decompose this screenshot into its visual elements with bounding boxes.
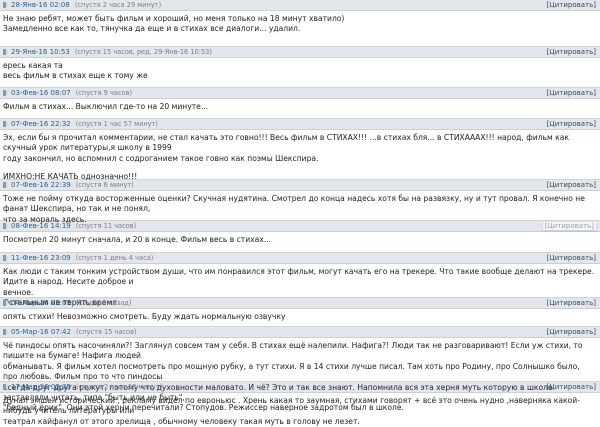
post-header: 08-Фев-16 14:19 (спустя 11 часов) [Цитир… [0, 221, 600, 232]
comment-post: 03-Фев-16 08:07 (спустя 9 часов) [Цитиро… [0, 88, 600, 119]
post-time-since: (спустя 1 день 4 часа) [75, 254, 154, 262]
comment-post: 07-Фев-16 22:32 (спустя 1 час 57 минут) … [0, 119, 600, 181]
post-body: Эх, если бы я прочитал комментарии, не с… [0, 130, 600, 187]
comment-post: 08-Фев-16 14:19 (спустя 11 часов) [Цитир… [0, 221, 600, 253]
post-body: опять стихи! Невозможно смотреть. Буду ж… [0, 309, 600, 326]
post-text-line: Замедленно все как то, тянучка да еще и … [3, 24, 301, 34]
post-text-line: опять стихи! Невозможно смотреть. Буду ж… [3, 312, 286, 321]
quote-button[interactable]: [Цитировать] [547, 89, 596, 97]
post-date-link[interactable]: 17-Мар-16 03:35 [11, 383, 71, 391]
post-anchor-icon[interactable] [3, 384, 8, 390]
quote-button[interactable]: [Цитировать] [547, 120, 596, 128]
post-header: 07-Фев-16 22:39 (спустя 6 минут) [Цитиро… [0, 180, 600, 191]
quote-button[interactable]: [Цитировать] [547, 254, 596, 262]
post-anchor-icon[interactable] [3, 2, 8, 8]
post-date-link[interactable]: 28-Янв-16 02:08 [11, 1, 70, 9]
post-time-since: (спустя 15 часов) [76, 328, 137, 336]
post-text-line: Не знаю ребят, может быть фильм и хороши… [3, 14, 345, 23]
post-anchor-icon[interactable] [3, 90, 8, 96]
post-date-link[interactable]: 03-Фев-16 08:07 [11, 89, 71, 97]
post-header: 29-Янв-16 10:53 (спустя 15 часов, ред. 2… [0, 47, 600, 58]
post-text-line: весь фильм в стихах еще к тому же [3, 71, 148, 81]
quote-button[interactable]: [Цитировать] [547, 299, 596, 307]
comment-thread: 28-Янв-16 02:08 (спустя 2 часа 29 минут)… [0, 0, 600, 427]
quote-button[interactable]: [Цитировать] [547, 181, 596, 189]
post-time-since: (спустя 2 часа 29 минут) [74, 1, 162, 9]
comment-post: 29-Янв-16 10:53 (спустя 15 часов, ред. 2… [0, 47, 600, 88]
quote-button[interactable]: [Цитировать] [547, 1, 596, 9]
post-time-since: (спустя 11 часов) [75, 222, 137, 230]
comment-post: 05-Мар-16 07:42 (спустя 15 часов) [Цитир… [0, 327, 600, 412]
post-text-line: ересь какая та [3, 61, 63, 70]
post-date-link[interactable]: 07-Фев-16 22:32 [11, 120, 71, 128]
post-time-since: (спустя 1 час 57 минут) [75, 120, 158, 128]
post-text-line: Фильм в стихах... Выключил где-то на 20 … [3, 102, 209, 111]
comment-post: 11-Фев-16 23:09 (спустя 1 день 4 часа) [… [0, 253, 600, 307]
post-anchor-icon[interactable] [3, 223, 8, 229]
post-header: 03-Фев-16 08:07 (спустя 9 часов) [Цитиро… [0, 88, 600, 99]
quote-button[interactable]: [Цитировать] [542, 222, 596, 230]
post-text-line: театрал кайфанул от этого зрелища , обыч… [3, 416, 360, 426]
post-date-link[interactable]: 05-Мар-16 07:42 [11, 328, 71, 336]
quote-button[interactable]: [Цитировать] [547, 48, 596, 56]
post-text-line: Посмотрел 20 минут сначала, и 20 в конце… [3, 235, 272, 244]
quote-button[interactable]: [Цитировать] [547, 328, 596, 336]
post-date-link[interactable]: 08-Фев-16 14:19 [11, 222, 71, 230]
post-body: Фильм в стихах... Выключил где-то на 20 … [0, 99, 600, 116]
post-anchor-icon[interactable] [3, 182, 8, 188]
post-anchor-icon[interactable] [3, 121, 8, 127]
post-date-link[interactable]: 11-Фев-16 23:09 [11, 254, 71, 262]
post-time-since: (спустя 9 часов) [75, 89, 133, 97]
post-anchor-icon[interactable] [3, 255, 8, 261]
post-date-link[interactable]: 29-Янв-16 10:53 [11, 48, 70, 56]
post-text-line: вечное. [3, 287, 34, 297]
comment-post: 04-Мар-16 23:05 (17 дней назад) [Цитиров… [0, 298, 600, 327]
post-anchor-icon[interactable] [3, 49, 8, 55]
post-header: 28-Янв-16 02:08 (спустя 2 часа 29 минут)… [0, 0, 600, 11]
post-header: 07-Фев-16 22:32 (спустя 1 час 57 минут) … [0, 119, 600, 130]
post-header: 05-Мар-16 07:42 (спустя 15 часов) [Цитир… [0, 327, 600, 338]
post-header: 11-Фев-16 23:09 (спустя 1 день 4 часа) [… [0, 253, 600, 264]
comment-post: 07-Фев-16 22:39 (спустя 6 минут) [Цитиро… [0, 180, 600, 224]
post-time-since: (спустя 15 часов, ред. 29-Янв-16 10:53) [74, 48, 212, 56]
post-text-line: обманывать. Я фильм хотел посмотреть про… [3, 361, 580, 382]
post-date-link[interactable]: 04-Мар-16 23:05 [11, 299, 71, 307]
comment-post: 28-Янв-16 02:08 (спустя 2 часа 29 минут)… [0, 0, 600, 47]
post-text-line: Тоже не пойму откуда восторженные оценки… [3, 194, 585, 214]
post-text-line: Эх, если бы я прочитал комментарии, не с… [3, 133, 569, 153]
quote-button[interactable]: [Цитировать] [547, 383, 596, 391]
post-anchor-icon[interactable] [3, 329, 8, 335]
post-text-line: году закончил, но вспомнил с содроганием… [3, 153, 319, 163]
post-date-link[interactable]: 07-Фев-16 22:39 [11, 181, 71, 189]
post-anchor-icon[interactable] [3, 300, 8, 306]
post-body: Посмотрел 20 минут сначала, и 20 в конце… [0, 232, 600, 249]
post-text-line: Как люди с таким тонким устройством души… [3, 267, 595, 287]
post-time-since: (спустя 2 часа 18 минут) [76, 383, 163, 391]
post-time-since: (17 дней назад) [76, 299, 132, 307]
post-text-line: Чё пиндосы опять насочиняли?! Заглянул с… [3, 341, 583, 361]
post-body: Не знаю ребят, может быть фильм и хороши… [0, 11, 600, 39]
post-time-since: (спустя 6 минут) [75, 181, 134, 189]
post-body: ересь какая та весь фильм в стихах еще к… [0, 58, 600, 86]
